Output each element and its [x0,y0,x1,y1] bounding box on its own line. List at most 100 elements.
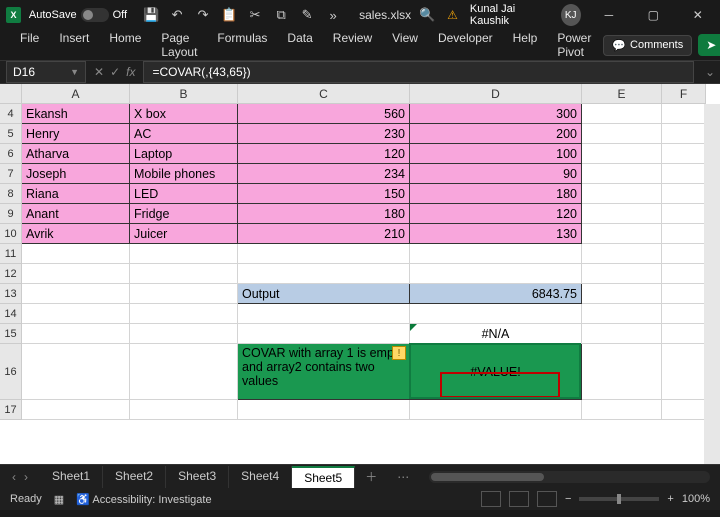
row-header-11[interactable]: 11 [0,244,22,264]
cell-B17[interactable] [130,400,238,420]
redo-icon[interactable]: ↷ [195,7,211,23]
cell-D6[interactable]: 100 [410,144,582,164]
cell-A15[interactable] [22,324,130,344]
avatar[interactable]: KJ [561,4,581,26]
zoom-slider[interactable] [579,497,659,501]
cell-A7[interactable]: Joseph [22,164,130,184]
cell-D8[interactable]: 180 [410,184,582,204]
cell-A11[interactable] [22,244,130,264]
cell-A16[interactable] [22,344,130,400]
row-header-16[interactable]: 16 [0,344,22,400]
column-header-F[interactable]: F [662,84,706,104]
zoom-level[interactable]: 100% [682,493,710,505]
cell-E4[interactable] [582,104,662,124]
row-header-7[interactable]: 7 [0,164,22,184]
cell-D17[interactable] [410,400,582,420]
cell-A10[interactable]: Avrik [22,224,130,244]
column-header-C[interactable]: C [238,84,410,104]
cell-B14[interactable] [130,304,238,324]
row-header-17[interactable]: 17 [0,400,22,420]
cell-F7[interactable] [662,164,706,184]
ribbon-tab-home[interactable]: Home [99,26,151,64]
cell-B9[interactable]: Fridge [130,204,238,224]
sheet-tab-sheet3[interactable]: Sheet3 [166,466,229,488]
cell-E8[interactable] [582,184,662,204]
cell-A8[interactable]: Riana [22,184,130,204]
ribbon-tab-page-layout[interactable]: Page Layout [151,26,207,64]
expand-formula-icon[interactable]: ⌄ [700,65,720,79]
cell-C17[interactable] [238,400,410,420]
sheet-tab-sheet5[interactable]: Sheet5 [292,466,355,488]
cell-B7[interactable]: Mobile phones [130,164,238,184]
cell-D14[interactable] [410,304,582,324]
cell-C5[interactable]: 230 [238,124,410,144]
cell-A13[interactable] [22,284,130,304]
cell-B6[interactable]: Laptop [130,144,238,164]
cell-E10[interactable] [582,224,662,244]
cell-C14[interactable] [238,304,410,324]
cell-A12[interactable] [22,264,130,284]
cell-E15[interactable] [582,324,662,344]
horizontal-scrollbar[interactable] [429,471,710,483]
cell-B12[interactable] [130,264,238,284]
cell-E9[interactable] [582,204,662,224]
cell-D9[interactable]: 120 [410,204,582,224]
cell-E16[interactable] [582,344,662,400]
comments-button[interactable]: 💬 Comments [603,35,692,56]
row-header-14[interactable]: 14 [0,304,22,324]
ribbon-tab-data[interactable]: Data [277,26,322,64]
cell-B13[interactable] [130,284,238,304]
cancel-formula-icon[interactable]: ✕ [94,65,104,79]
cell-F6[interactable] [662,144,706,164]
cell-F16[interactable] [662,344,706,400]
more-icon[interactable]: » [325,7,341,23]
sheet-tab-sheet4[interactable]: Sheet4 [229,466,292,488]
cell-A9[interactable]: Anant [22,204,130,224]
normal-view-button[interactable] [481,491,501,507]
row-header-12[interactable]: 12 [0,264,22,284]
accept-formula-icon[interactable]: ✓ [110,65,120,79]
cell-A6[interactable]: Atharva [22,144,130,164]
ribbon-tab-view[interactable]: View [382,26,428,64]
autosave-toggle[interactable]: AutoSave Off [29,8,127,22]
undo-icon[interactable]: ↶ [169,7,185,23]
ribbon-tab-formulas[interactable]: Formulas [207,26,277,64]
cell-C7[interactable]: 234 [238,164,410,184]
spreadsheet-grid[interactable]: ABCDEF 4567891011121314151617 EkanshX bo… [0,84,720,464]
cell-D10[interactable]: 130 [410,224,582,244]
row-header-10[interactable]: 10 [0,224,22,244]
sheet-tab-sheet2[interactable]: Sheet2 [103,466,166,488]
cell-D7[interactable]: 90 [410,164,582,184]
cell-F8[interactable] [662,184,706,204]
row-header-4[interactable]: 4 [0,104,22,124]
row-header-13[interactable]: 13 [0,284,22,304]
share-button[interactable]: ➤ [698,34,720,56]
sheet-next-icon[interactable]: › [24,470,28,484]
search-icon[interactable]: 🔍 [419,7,435,23]
ribbon-tab-insert[interactable]: Insert [49,26,99,64]
formula-bar[interactable]: =COVAR(,{43,65}) [143,61,694,83]
cell-B8[interactable]: LED [130,184,238,204]
cell-A17[interactable] [22,400,130,420]
close-button[interactable]: ✕ [682,1,714,29]
cut-icon[interactable]: ✂ [247,7,263,23]
ribbon-tab-developer[interactable]: Developer [428,26,503,64]
page-layout-button[interactable] [509,491,529,507]
row-header-15[interactable]: 15 [0,324,22,344]
cell-A14[interactable] [22,304,130,324]
error-indicator-icon[interactable] [410,324,417,331]
cell-F17[interactable] [662,400,706,420]
cell-E17[interactable] [582,400,662,420]
accessibility-status[interactable]: ♿ Accessibility: Investigate [76,493,211,506]
cell-D15[interactable]: #N/A [410,324,582,344]
cell-A4[interactable]: Ekansh [22,104,130,124]
cell-F4[interactable] [662,104,706,124]
cell-B4[interactable]: X box [130,104,238,124]
sheet-tab-sheet1[interactable]: Sheet1 [40,466,103,488]
column-header-A[interactable]: A [22,84,130,104]
stats-icon[interactable]: ▦ [54,493,64,506]
cell-C4[interactable]: 560 [238,104,410,124]
cell-F10[interactable] [662,224,706,244]
fx-icon[interactable]: fx [126,65,135,79]
cell-D12[interactable] [410,264,582,284]
